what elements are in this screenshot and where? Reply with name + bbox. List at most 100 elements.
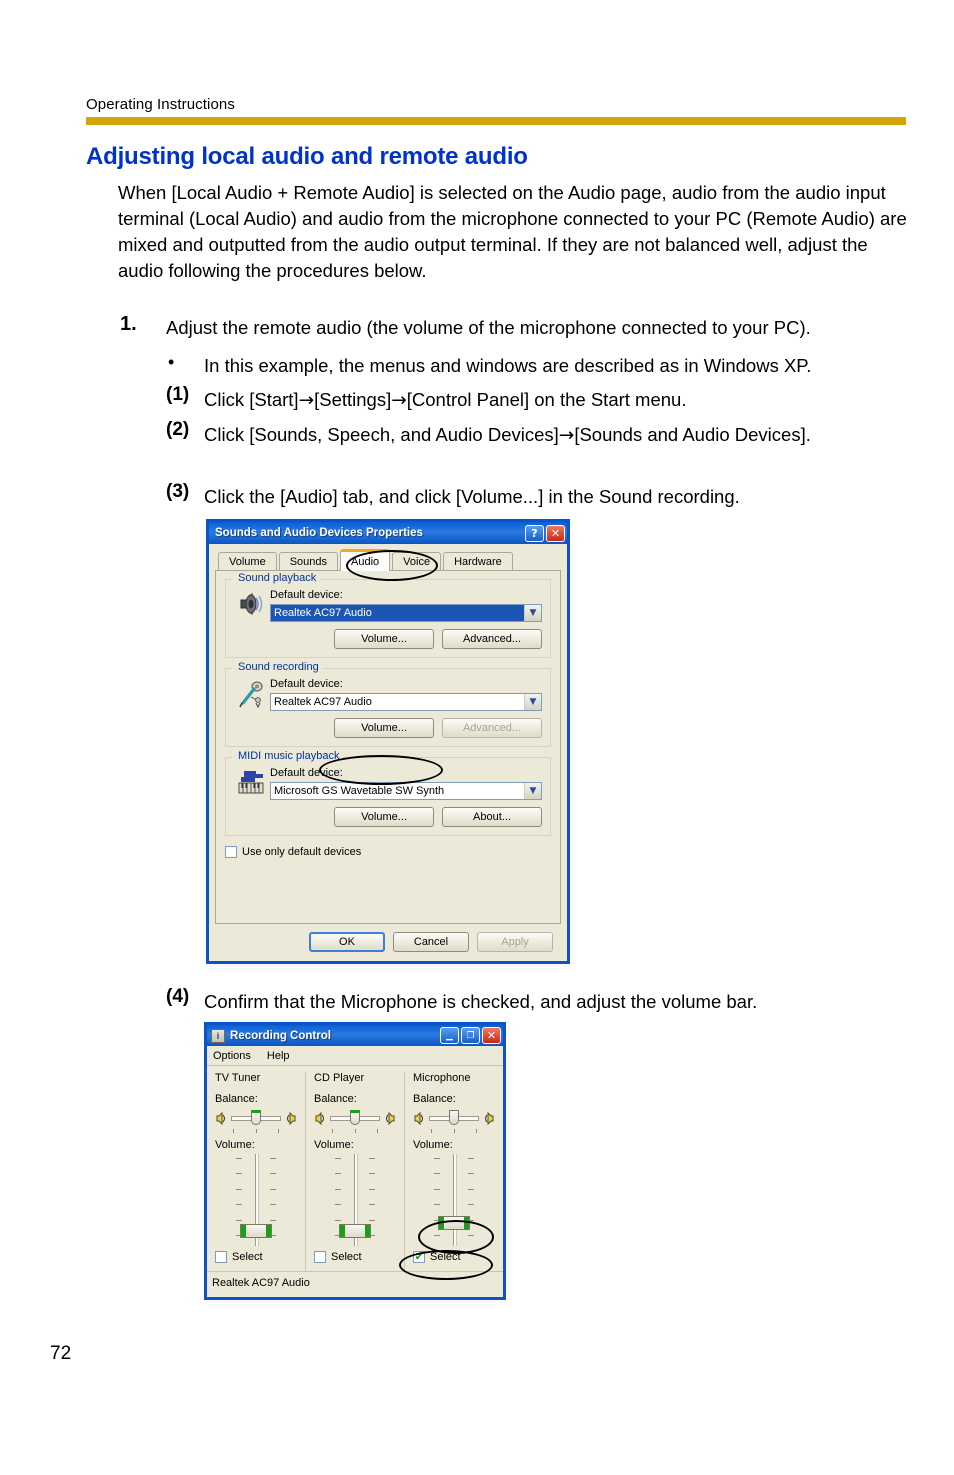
channel-cd-player: CD Player Balance: Volume: Select <box>305 1072 404 1271</box>
ok-button[interactable]: OK <box>309 932 385 952</box>
menu-help[interactable]: Help <box>267 1050 290 1062</box>
balance-slider[interactable] <box>215 1108 297 1128</box>
chevron-down-icon[interactable]: ▼ <box>524 694 541 710</box>
recording-device-value: Realtek AC97 Audio <box>274 696 372 708</box>
volume-slider[interactable] <box>413 1154 495 1246</box>
maximize-icon[interactable]: ❐ <box>461 1027 480 1044</box>
chevron-down-icon[interactable]: ▼ <box>524 783 541 799</box>
checkbox-icon[interactable]: ✔ <box>413 1251 425 1263</box>
select-label: Select <box>430 1251 461 1263</box>
speaker-right-icon <box>482 1111 495 1125</box>
microphone-icon <box>234 678 270 738</box>
balance-slider[interactable] <box>413 1108 495 1128</box>
select-row[interactable]: Select <box>314 1251 396 1263</box>
cancel-button[interactable]: Cancel <box>393 932 469 952</box>
balance-ticks <box>431 1129 477 1133</box>
midi-device-label: Default device: <box>270 767 343 779</box>
playback-device-combo[interactable]: Realtek AC97 Audio ▼ <box>270 604 542 622</box>
bullet-note: In this example, the menus and windows a… <box>204 355 812 376</box>
speaker-left-icon <box>314 1111 327 1125</box>
tab-volume[interactable]: Volume <box>218 552 277 571</box>
menu-options[interactable]: Options <box>213 1050 251 1062</box>
checkbox-icon[interactable] <box>225 846 237 858</box>
midi-keyboard-icon <box>234 767 270 827</box>
substep-1-text: Click [Start]→[Settings]→[Control Panel]… <box>204 386 924 414</box>
apply-button: Apply <box>477 932 553 952</box>
volume-thumb[interactable] <box>339 1224 371 1238</box>
speaker-icon <box>234 589 270 649</box>
select-row[interactable]: Select <box>215 1251 297 1263</box>
dialog-body: Volume Sounds Audio Voice Hardware Sound… <box>209 544 567 958</box>
substep-2-part-b: [Sounds and Audio Devices]. <box>574 424 811 445</box>
playback-device-label: Default device: <box>270 589 343 601</box>
playback-volume-button[interactable]: Volume... <box>334 629 434 649</box>
recording-volume-button[interactable]: Volume... <box>334 718 434 738</box>
dialog-footer: OK Cancel Apply <box>215 924 561 952</box>
step-1-number: 1. <box>120 313 137 335</box>
recording-title-bar: i Recording Control ▁ ❐ ✕ <box>207 1025 503 1046</box>
recording-control-window: i Recording Control ▁ ❐ ✕ Options Help T… <box>204 1022 506 1300</box>
balance-label: Balance: <box>314 1093 357 1105</box>
substep-4-number: (4) <box>166 986 190 1007</box>
midi-volume-button[interactable]: Volume... <box>334 807 434 827</box>
tab-voice[interactable]: Voice <box>392 552 442 571</box>
channel-microphone: Microphone Balance: Volume: ✔ Select <box>404 1072 503 1271</box>
volume-slider[interactable] <box>314 1154 396 1246</box>
substep-1-part-c: [Control Panel] on the Start menu. <box>406 389 687 410</box>
balance-label: Balance: <box>215 1093 258 1105</box>
use-only-default-devices-row[interactable]: Use only default devices <box>225 846 551 858</box>
dialog-title: Sounds and Audio Devices Properties <box>215 527 423 539</box>
sound-recording-legend: Sound recording <box>234 661 323 673</box>
substep-4-text: Confirm that the Microphone is checked, … <box>204 991 758 1012</box>
close-icon[interactable]: ✕ <box>482 1027 501 1044</box>
substep-2-text: Click [Sounds, Speech, and Audio Devices… <box>204 421 844 449</box>
balance-track[interactable] <box>330 1109 380 1125</box>
volume-thumb[interactable] <box>438 1216 470 1230</box>
header-rule <box>86 117 906 125</box>
checkbox-icon[interactable] <box>314 1251 326 1263</box>
midi-about-button[interactable]: About... <box>442 807 542 827</box>
running-head: Operating Instructions <box>86 96 235 113</box>
recording-device-combo[interactable]: Realtek AC97 Audio ▼ <box>270 693 542 711</box>
midi-device-value: Microsoft GS Wavetable SW Synth <box>274 785 445 797</box>
chevron-down-icon[interactable]: ▼ <box>524 605 541 621</box>
recording-device-label: Default device: <box>270 678 343 690</box>
select-row[interactable]: ✔ Select <box>413 1251 495 1263</box>
sound-playback-legend: Sound playback <box>234 572 321 584</box>
recording-advanced-button: Advanced... <box>442 718 542 738</box>
tab-hardware[interactable]: Hardware <box>443 552 513 571</box>
recording-menubar: Options Help <box>207 1046 503 1066</box>
intro-paragraph: When [Local Audio + Remote Audio] is sel… <box>118 182 907 281</box>
minimize-icon[interactable]: ▁ <box>440 1027 459 1044</box>
volume-label: Volume: <box>413 1139 453 1151</box>
substep-1-part-b: [Settings] <box>314 389 392 410</box>
balance-thumb[interactable] <box>449 1109 459 1125</box>
volume-slider[interactable] <box>215 1154 297 1246</box>
tab-sounds[interactable]: Sounds <box>278 552 339 571</box>
midi-playback-legend: MIDI music playback <box>234 750 344 762</box>
balance-label: Balance: <box>413 1093 456 1105</box>
balance-thumb[interactable] <box>350 1109 360 1125</box>
checkbox-icon[interactable] <box>215 1251 227 1263</box>
balance-thumb[interactable] <box>251 1109 261 1125</box>
midi-playback-group: MIDI music playback Default device: Micr… <box>225 750 551 836</box>
balance-track[interactable] <box>429 1109 479 1125</box>
use-only-default-devices-label: Use only default devices <box>242 846 362 858</box>
volume-track[interactable] <box>453 1154 457 1246</box>
balance-slider[interactable] <box>314 1108 396 1128</box>
tab-audio[interactable]: Audio <box>340 549 391 571</box>
balance-track[interactable] <box>231 1109 281 1125</box>
dialog-tabstrip: Volume Sounds Audio Voice Hardware <box>215 549 561 571</box>
playback-advanced-button[interactable]: Advanced... <box>442 629 542 649</box>
page-title: Adjusting local audio and remote audio <box>86 143 528 170</box>
playback-device-value: Realtek AC97 Audio <box>271 605 524 621</box>
midi-device-combo[interactable]: Microsoft GS Wavetable SW Synth ▼ <box>270 782 542 800</box>
arrow-icon: → <box>391 390 407 411</box>
help-icon[interactable]: ? <box>525 524 544 542</box>
speaker-right-icon <box>383 1111 396 1125</box>
volume-thumb[interactable] <box>240 1224 272 1238</box>
status-text: Realtek AC97 Audio <box>212 1276 310 1289</box>
substep-1-part-a: Click [Start] <box>204 389 299 410</box>
close-icon[interactable]: ✕ <box>546 524 565 542</box>
speaker-right-icon <box>284 1111 297 1125</box>
